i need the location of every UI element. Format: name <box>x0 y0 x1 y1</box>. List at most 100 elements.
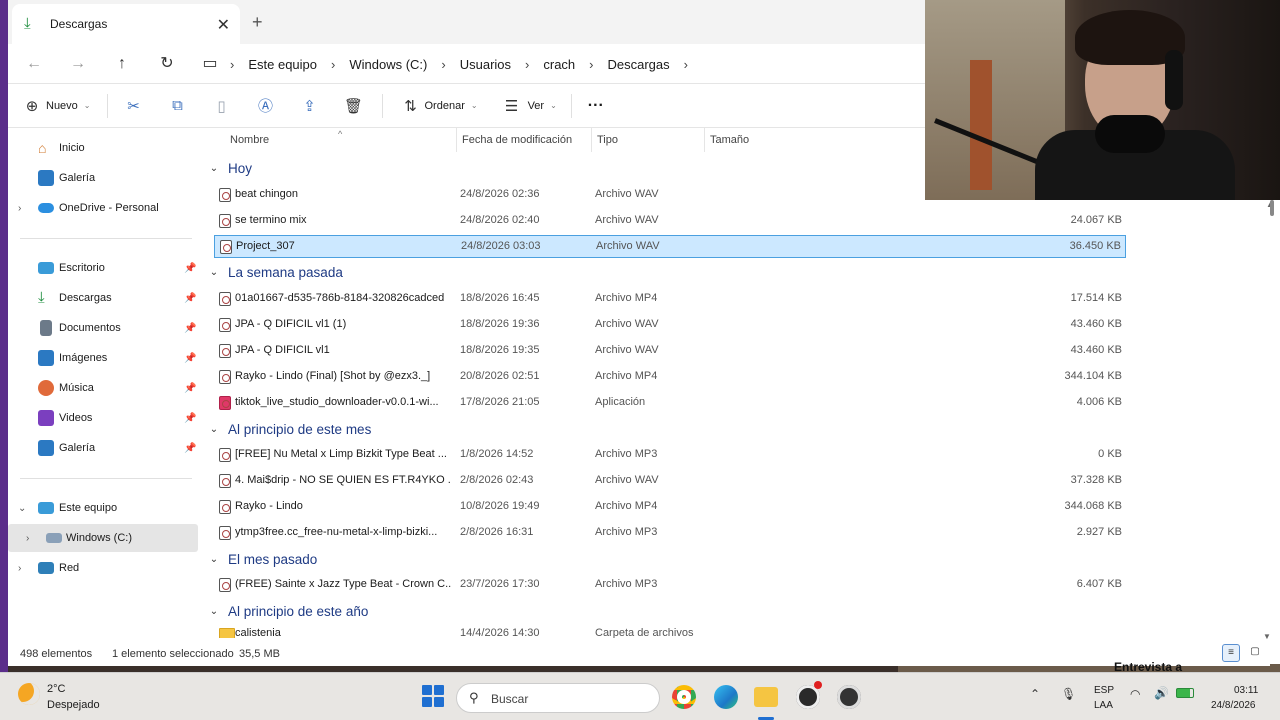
details-view-icon[interactable]: ≡ <box>1222 644 1240 662</box>
edge-icon[interactable] <box>714 685 738 709</box>
delete-icon[interactable]: 🗑 <box>344 97 364 115</box>
up-arrow-icon[interactable]: ↑ <box>110 52 134 76</box>
chevron-up-icon[interactable]: ⌃ <box>1030 687 1040 701</box>
column-size[interactable]: Tamaño <box>710 128 749 152</box>
file-row[interactable]: se termino mix 24/8/2026 02:40 Archivo W… <box>214 210 1126 232</box>
copy-icon[interactable]: ⧉ <box>168 97 188 114</box>
sort-button[interactable]: ⇅ Ordenar ⌄ <box>401 97 477 115</box>
weather-description[interactable]: Despejado <box>47 699 100 711</box>
column-name[interactable]: Nombre <box>230 128 269 152</box>
clock-time[interactable]: 03:11 <box>1234 685 1258 696</box>
paste-icon[interactable]: ▯ <box>212 97 232 115</box>
sidebar-item-inicio[interactable]: ⌂ Inicio <box>8 134 198 162</box>
sidebar-item-escritorio[interactable]: Escritorio 📌 <box>8 254 198 282</box>
group-header-hoy[interactable]: ⌄ Hoy <box>204 156 252 180</box>
column-divider[interactable] <box>456 128 457 152</box>
sidebar-item-red[interactable]: › Red <box>8 554 198 582</box>
language-indicator[interactable]: ESP <box>1094 685 1114 696</box>
column-date[interactable]: Fecha de modificación <box>462 128 572 152</box>
sidebar-item-descargas[interactable]: ⤓ Descargas 📌 <box>8 284 198 312</box>
sidebar-item-windows-c[interactable]: › Windows (C:) <box>8 524 198 552</box>
moon-weather-icon[interactable] <box>18 683 40 705</box>
chevron-right-icon[interactable]: › <box>441 57 445 72</box>
close-tab-icon[interactable]: ✕ <box>217 15 230 35</box>
pin-icon[interactable]: 📌 <box>184 293 196 304</box>
sidebar-item-este-equipo[interactable]: ⌄ Este equipo <box>8 494 198 522</box>
forward-arrow-icon[interactable]: → <box>66 52 90 76</box>
cut-icon[interactable]: ✂ <box>124 97 144 115</box>
battery-icon[interactable] <box>1176 688 1194 698</box>
sidebar-item-galeria-2[interactable]: Galería 📌 <box>8 434 198 462</box>
new-tab-button[interactable]: + <box>252 12 263 33</box>
scrollbar-thumb[interactable] <box>1270 200 1274 216</box>
file-row[interactable]: 4. Mai$drip - NO SE QUIEN ES FT.R4YKO ..… <box>214 470 1126 492</box>
sidebar-item-galeria[interactable]: Galería <box>8 164 198 192</box>
taskbar-search[interactable]: ⚲ Buscar <box>456 683 660 713</box>
tiles-view-icon[interactable]: ▢ <box>1246 644 1264 662</box>
pin-icon[interactable]: 📌 <box>184 383 196 394</box>
view-button[interactable]: ☰ Ver ⌄ <box>502 97 557 115</box>
file-explorer-icon[interactable] <box>754 687 778 707</box>
sidebar-item-musica[interactable]: Música 📌 <box>8 374 198 402</box>
column-divider[interactable] <box>591 128 592 152</box>
new-button[interactable]: ⊕ Nuevo ⌄ <box>22 97 91 115</box>
tab-descargas[interactable]: ⤓ Descargas ✕ <box>12 4 240 44</box>
sidebar-item-documentos[interactable]: Documentos 📌 <box>8 314 198 342</box>
clock-date[interactable]: 24/8/2026 <box>1211 700 1256 711</box>
pin-icon[interactable]: 📌 <box>184 443 196 454</box>
pin-icon[interactable]: 📌 <box>184 413 196 424</box>
file-row-selected[interactable]: Project_307 24/8/2026 03:03 Archivo WAV … <box>214 235 1126 258</box>
file-row[interactable]: [FREE] Nu Metal x Limp Bizkit Type Beat … <box>214 444 1126 466</box>
group-header-semana-pasada[interactable]: ⌄ La semana pasada <box>204 260 343 284</box>
chevron-down-icon[interactable]: ⌄ <box>18 503 26 514</box>
breadcrumb-descargas[interactable]: Descargas <box>608 57 670 72</box>
rename-icon[interactable]: Ⓐ <box>256 95 276 116</box>
file-row[interactable]: JPA - Q DIFICIL vl1 18/8/2026 19:35 Arch… <box>214 340 1126 362</box>
divider <box>381 93 383 118</box>
file-row[interactable]: calistenia 14/4/2026 14:30 Carpeta de ar… <box>214 626 1126 638</box>
keyboard-layout-indicator[interactable]: LAA <box>1094 700 1113 711</box>
chevron-right-icon[interactable]: › <box>18 203 21 214</box>
chevron-right-icon[interactable]: › <box>18 563 21 574</box>
refresh-icon[interactable]: ↻ <box>155 52 179 76</box>
scroll-down-arrow-icon[interactable]: ▼ <box>1263 632 1271 641</box>
file-row[interactable]: JPA - Q DIFICIL vl1 (1) 18/8/2026 19:36 … <box>214 314 1126 336</box>
pin-icon[interactable]: 📌 <box>184 263 196 274</box>
chrome-icon[interactable] <box>672 685 696 709</box>
file-row[interactable]: tiktok_live_studio_downloader-v0.0.1-wi.… <box>214 392 1126 414</box>
sidebar-item-imagenes[interactable]: Imágenes 📌 <box>8 344 198 372</box>
breadcrumb-este-equipo[interactable]: Este equipo <box>248 57 317 72</box>
breadcrumb-windows-c[interactable]: Windows (C:) <box>349 57 427 72</box>
pin-icon[interactable]: 📌 <box>184 353 196 364</box>
microphone-icon[interactable]: 🎙 <box>1061 687 1076 701</box>
file-row[interactable]: 01a01667-d535-786b-8184-320826cadced 18/… <box>214 288 1126 310</box>
file-row[interactable]: (FREE) Sainte x Jazz Type Beat - Crown C… <box>214 574 1126 596</box>
volume-icon[interactable]: 🔊 <box>1154 686 1169 700</box>
chevron-right-icon[interactable]: › <box>331 57 335 72</box>
chevron-right-icon[interactable]: › <box>684 57 688 72</box>
group-header-principio-ano[interactable]: ⌄ Al principio de este año <box>204 599 369 623</box>
column-divider[interactable] <box>704 128 705 152</box>
wifi-icon[interactable]: ◠ <box>1130 687 1140 701</box>
chevron-right-icon[interactable]: › <box>525 57 529 72</box>
back-arrow-icon[interactable]: ← <box>22 52 46 76</box>
media-player-icon[interactable] <box>837 685 861 709</box>
more-options-button[interactable]: ··· <box>588 97 604 115</box>
file-row[interactable]: Rayko - Lindo 10/8/2026 19:49 Archivo MP… <box>214 496 1126 518</box>
pin-icon[interactable]: 📌 <box>184 323 196 334</box>
sidebar-item-onedrive[interactable]: › OneDrive - Personal <box>8 194 198 222</box>
chevron-right-icon[interactable]: › <box>230 57 234 72</box>
file-row[interactable]: Rayko - Lindo (Final) [Shot by @ezx3._] … <box>214 366 1126 388</box>
start-button[interactable] <box>422 685 444 707</box>
file-row[interactable]: ytmp3free.cc_free-nu-metal-x-limp-bizki.… <box>214 522 1126 544</box>
weather-temperature[interactable]: 2°C <box>47 683 65 695</box>
chevron-right-icon[interactable]: › <box>26 533 29 544</box>
column-type[interactable]: Tipo <box>597 128 618 152</box>
group-header-mes-pasado[interactable]: ⌄ El mes pasado <box>204 547 318 571</box>
chevron-right-icon[interactable]: › <box>589 57 593 72</box>
breadcrumb-crach[interactable]: crach <box>543 57 575 72</box>
breadcrumb-usuarios[interactable]: Usuarios <box>460 57 511 72</box>
sidebar-item-videos[interactable]: Videos 📌 <box>8 404 198 432</box>
share-icon[interactable]: ⇪ <box>300 97 320 115</box>
group-header-principio-mes[interactable]: ⌄ Al principio de este mes <box>204 417 372 441</box>
